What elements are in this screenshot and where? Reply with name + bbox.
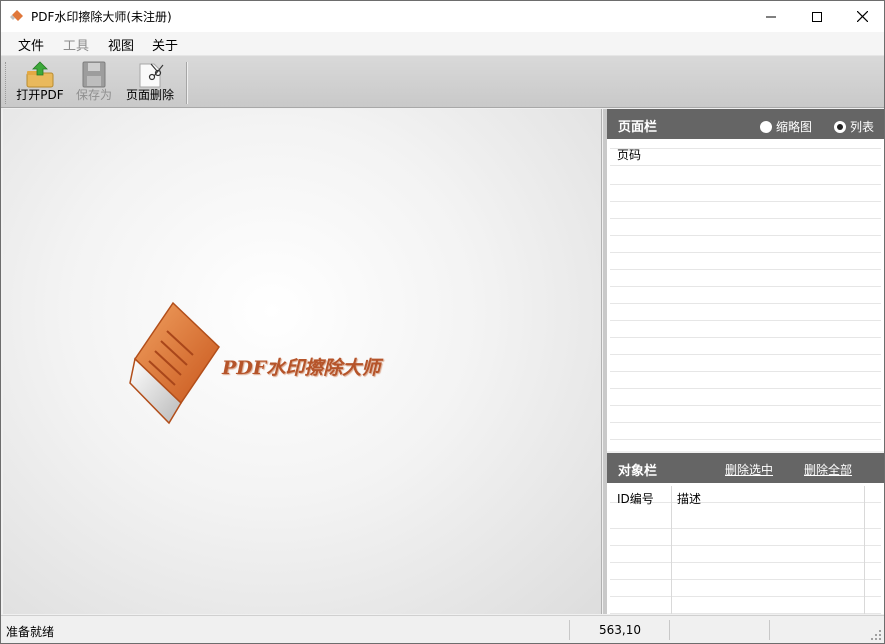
description-column-header[interactable]: 描述 [677, 490, 701, 507]
scissors-page-icon [139, 63, 164, 88]
page-number-column-header[interactable]: 页码 [617, 146, 641, 163]
menu-bar: 文件 工具 视图 关于 [1, 32, 884, 55]
menu-tools[interactable]: 工具 [63, 35, 89, 54]
open-pdf-label: 打开PDF [16, 88, 64, 102]
save-as-label: 保存为 [75, 88, 112, 102]
object-panel-title: 对象栏 [618, 464, 658, 479]
toolbar-grip[interactable] [5, 62, 8, 104]
maximize-icon [812, 11, 822, 22]
close-button[interactable] [839, 1, 884, 32]
list-radio[interactable]: 列表 [834, 118, 874, 135]
column-divider [864, 486, 865, 614]
close-icon [856, 11, 868, 22]
object-list[interactable]: ID编号 描述 [610, 486, 881, 614]
logo-text: PDF水印擦除大师 [222, 357, 381, 379]
status-bar: 准备就绪 563,10 [1, 615, 884, 643]
status-separator [769, 620, 770, 640]
title-bar[interactable]: PDF水印擦除大师(未注册) [1, 1, 884, 32]
page-list[interactable]: 页码 [610, 142, 881, 450]
column-divider [671, 486, 672, 614]
thumbnail-radio[interactable]: 缩略图 [760, 118, 812, 135]
object-panel: 对象栏 删除选中 删除全部 ID编号 描述 [607, 453, 884, 614]
minimize-icon [766, 16, 776, 17]
delete-all-link[interactable]: 删除全部 [804, 461, 852, 478]
delete-page-button[interactable]: 页面删除 [122, 59, 178, 105]
object-panel-header: 对象栏 删除选中 删除全部 [607, 453, 884, 483]
list-radio-label: 列表 [850, 120, 875, 134]
status-separator [569, 620, 570, 640]
menu-view[interactable]: 视图 [108, 35, 134, 54]
floppy-disk-icon [82, 61, 106, 88]
eraser-app-icon [10, 10, 23, 21]
resize-grip-icon[interactable] [870, 629, 882, 641]
radio-selected-icon [834, 120, 846, 133]
status-coordinates: 563,10 [599, 623, 641, 637]
open-pdf-button[interactable]: 打开PDF [12, 59, 68, 105]
delete-page-label: 页面删除 [125, 88, 174, 102]
status-separator [669, 620, 670, 640]
maximize-button[interactable] [794, 1, 840, 32]
save-as-button[interactable]: 保存为 [69, 59, 119, 105]
page-panel-header: 页面栏 缩略图 列表 [607, 109, 884, 139]
open-folder-icon [26, 61, 54, 88]
radio-icon [760, 120, 772, 133]
page-panel: 页面栏 缩略图 列表 页码 [607, 109, 884, 451]
toolbar-separator [186, 62, 188, 104]
thumbnail-radio-label: 缩略图 [776, 120, 813, 134]
window-title: PDF水印擦除大师(未注册) [31, 10, 172, 24]
menu-file[interactable]: 文件 [18, 35, 44, 54]
minimize-button[interactable] [748, 1, 794, 32]
toolbar: 打开PDF 保存为 页面删除 [1, 55, 884, 108]
page-panel-title: 页面栏 [618, 120, 658, 135]
app-window: PDF水印擦除大师(未注册) 文件 工具 视图 关于 打开PDF 保存为 页面删… [0, 0, 885, 644]
delete-selected-link[interactable]: 删除选中 [725, 461, 773, 478]
id-column-header[interactable]: ID编号 [617, 490, 654, 507]
status-text: 准备就绪 [6, 625, 55, 639]
menu-about[interactable]: 关于 [152, 35, 178, 54]
